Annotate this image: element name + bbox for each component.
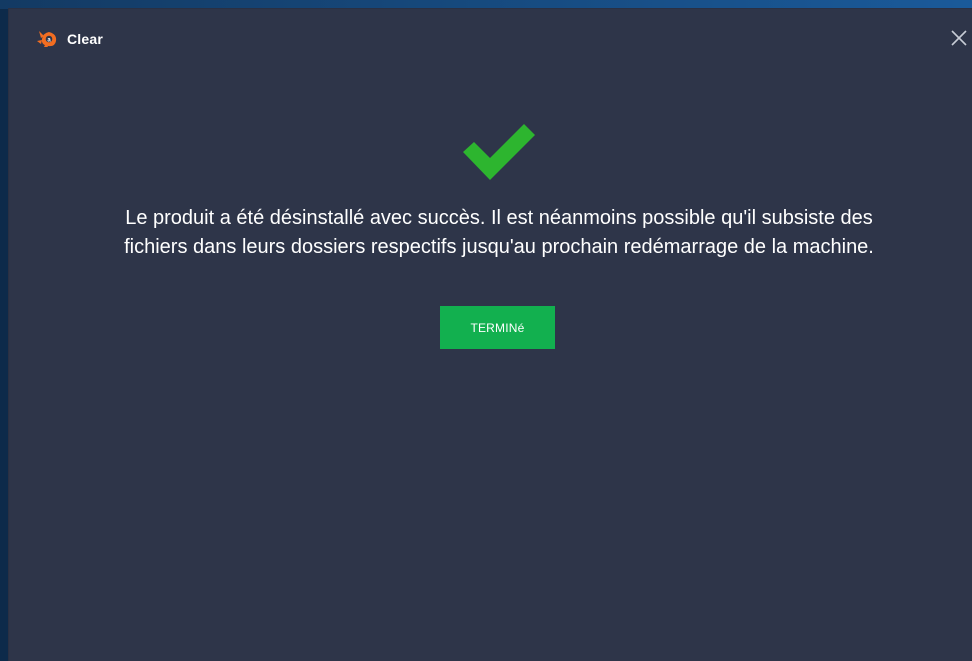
uninstall-window: a Clear Le produit a été désinstallé ave… — [9, 9, 972, 661]
main-content: Le produit a été désinstallé avec succès… — [9, 9, 972, 661]
desktop-top-strip — [0, 0, 972, 9]
done-button[interactable]: TERMINé — [440, 306, 555, 349]
success-message: Le produit a été désinstallé avec succès… — [124, 207, 874, 258]
checkmark-icon — [463, 124, 535, 180]
